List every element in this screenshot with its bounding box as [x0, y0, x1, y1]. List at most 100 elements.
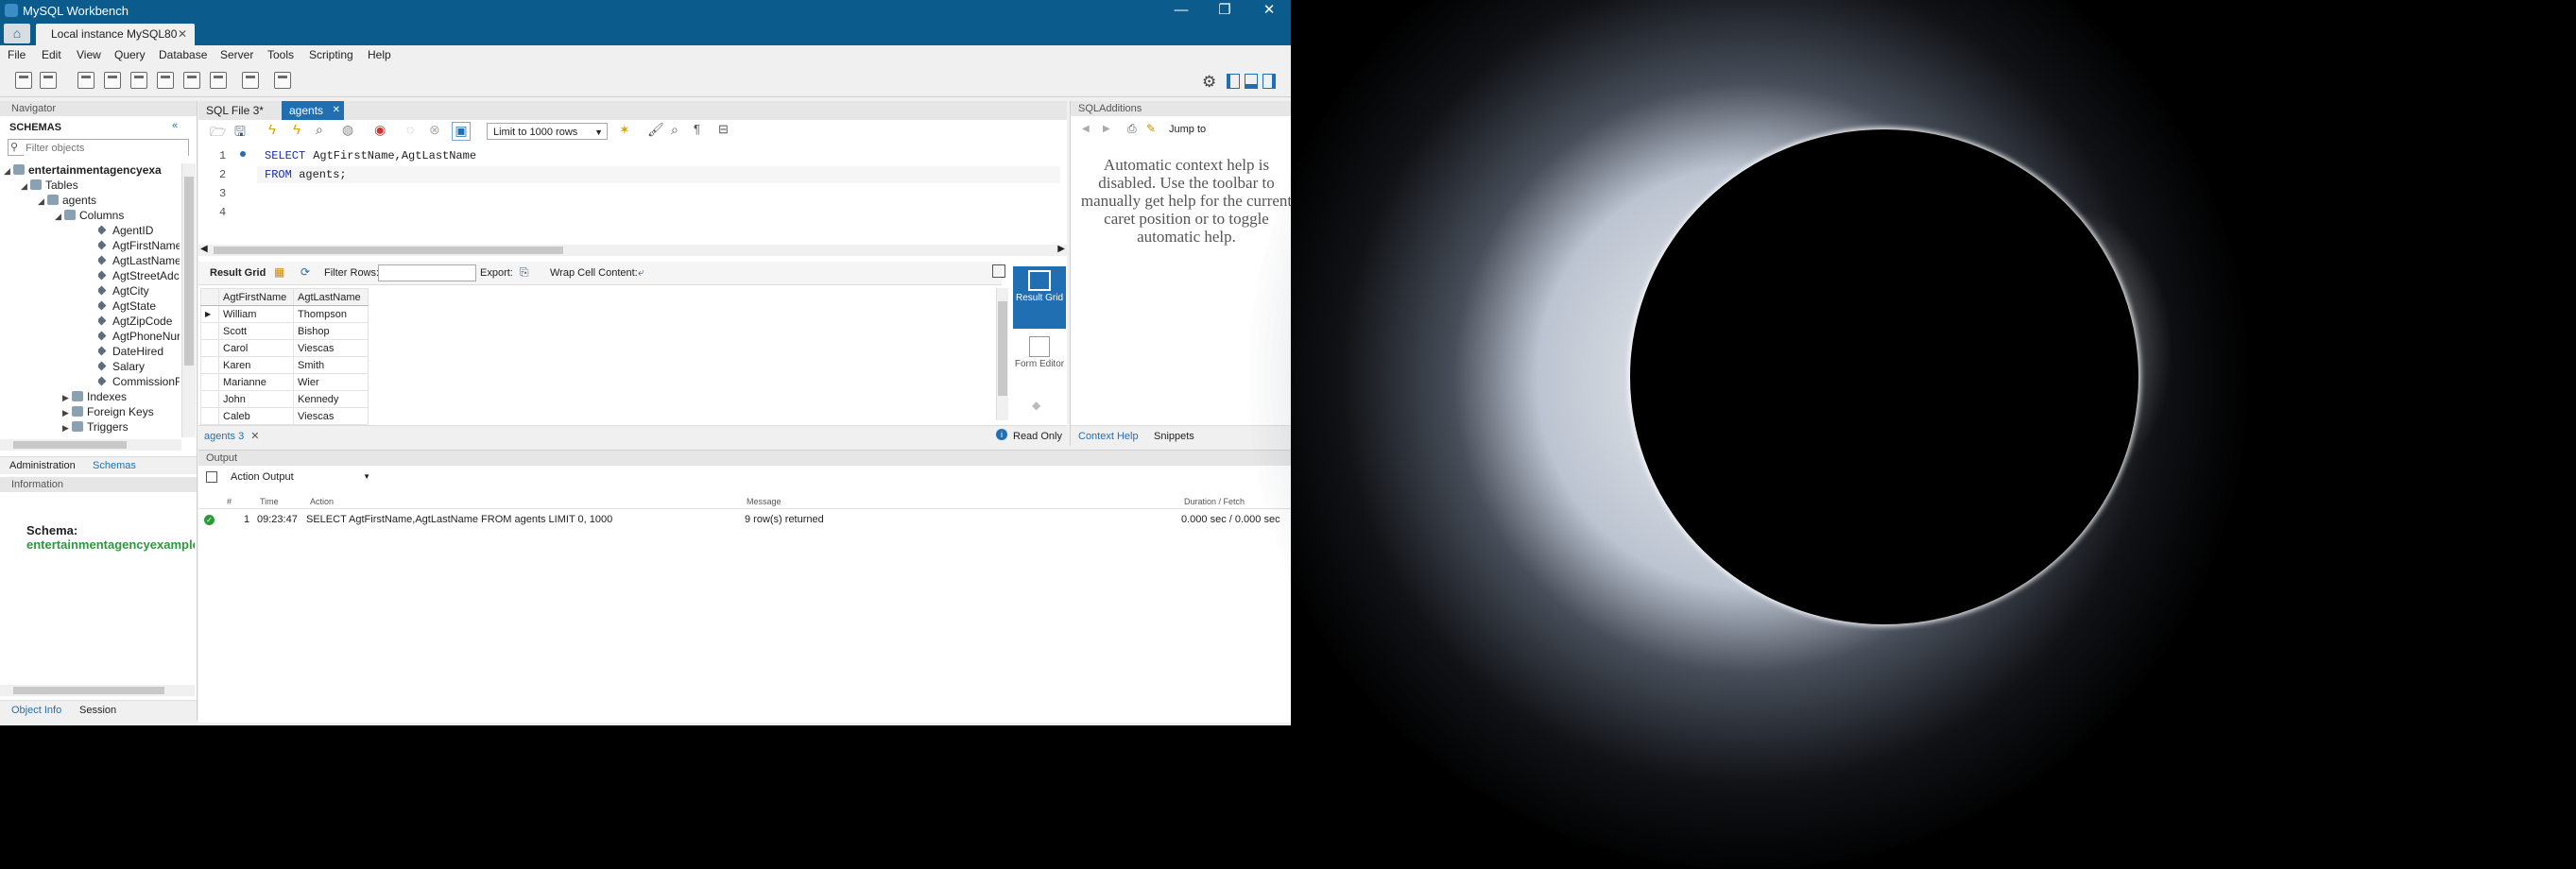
tab-session[interactable]: Session [79, 705, 116, 716]
gear-icon[interactable]: ⚙ [1202, 73, 1216, 92]
chevron-up-icon[interactable]: ◆ [1032, 399, 1040, 412]
menu-edit[interactable]: Edit [42, 48, 61, 61]
table-row[interactable]: Carol Viescas [200, 339, 369, 357]
code-line-1[interactable]: SELECT AgtFirstName,AgtLastName [257, 147, 1060, 164]
table-row[interactable]: John Kennedy [200, 390, 369, 408]
row-selector[interactable] [200, 390, 219, 408]
toggle-panel-icon[interactable] [992, 264, 1005, 278]
grid-cell[interactable]: Smith [293, 356, 369, 374]
grid-cell[interactable]: Kennedy [293, 390, 369, 408]
chevron-right-icon[interactable]: ▶ [1057, 244, 1065, 254]
scroll-thumb[interactable] [13, 687, 164, 694]
row-selector[interactable] [200, 356, 219, 374]
grid-cell[interactable]: Scott [218, 322, 294, 340]
table-row[interactable]: ▶ William Thompson [200, 305, 369, 323]
column-item[interactable]: Salary [98, 360, 180, 373]
result-grid-view-button[interactable]: Result Grid [1013, 266, 1066, 329]
new-sql-tab-icon[interactable] [15, 72, 32, 89]
tab-object-info[interactable]: Object Info [11, 705, 61, 716]
close-button[interactable]: ✕ [1247, 0, 1291, 21]
explain-icon[interactable]: ⌕ [316, 122, 335, 141]
column-item[interactable]: AgtFirstName [98, 239, 180, 252]
close-icon[interactable]: ✕ [250, 431, 259, 442]
editor-hscrollbar[interactable]: ◀ ▶ [198, 244, 1067, 256]
scroll-thumb[interactable] [13, 441, 127, 449]
column-item[interactable]: AgtState [98, 299, 180, 313]
tree-triggers[interactable]: ▶ Triggers [62, 420, 129, 434]
chevron-right-icon[interactable]: ▶ [62, 423, 72, 434]
tree-tables[interactable]: ◢ Tables [21, 179, 78, 192]
menu-database[interactable]: Database [159, 48, 207, 61]
tab-schemas[interactable]: Schemas [93, 460, 136, 471]
column-item[interactable]: AgentID [98, 224, 180, 237]
connection-tab[interactable]: Local instance MySQL80 ✕ [36, 24, 195, 45]
minimize-button[interactable]: — [1159, 0, 1203, 21]
toggle-error-icon[interactable]: ◉ [374, 122, 393, 141]
tab-context-help[interactable]: Context Help [1078, 431, 1139, 442]
find-icon[interactable]: 🖌 [647, 122, 666, 141]
manual-help-icon[interactable]: ⎙ [1127, 122, 1137, 136]
create-table-icon[interactable] [130, 72, 147, 89]
invisible-chars-icon[interactable]: ¶ [694, 122, 713, 141]
column-item[interactable]: DateHired [98, 345, 180, 358]
table-row[interactable]: Karen Smith [200, 356, 369, 374]
scroll-thumb[interactable] [214, 247, 563, 254]
tree-indexes[interactable]: ▶ Indexes [62, 390, 127, 403]
scroll-thumb[interactable] [184, 177, 194, 366]
row-selector[interactable] [200, 407, 219, 425]
jump-to-select[interactable]: Jump to [1169, 124, 1206, 135]
output-type-select[interactable]: Action Output ▼ [225, 469, 372, 485]
toggle-sidebar-icon[interactable] [1227, 74, 1240, 89]
grid-cell[interactable]: Marianne [218, 373, 294, 391]
menu-help[interactable]: Help [368, 48, 391, 61]
create-view-icon[interactable] [157, 72, 174, 89]
tab-snippets[interactable]: Snippets [1154, 431, 1194, 442]
chevron-right-icon[interactable]: ▶ [62, 393, 72, 403]
grid-cell[interactable]: Carol [218, 339, 294, 357]
tree-foreign-keys[interactable]: ▶ Foreign Keys [62, 405, 154, 418]
tab-administration[interactable]: Administration [9, 460, 76, 471]
stop-icon[interactable]: ◍ [342, 122, 361, 141]
table-row[interactable]: Marianne Wier [200, 373, 369, 391]
create-schema-icon[interactable] [104, 72, 121, 89]
execute-current-icon[interactable]: ϟ [293, 122, 312, 141]
column-header[interactable]: AgtLastName [293, 288, 369, 306]
toggle-secondary-sidebar-icon[interactable] [1262, 74, 1276, 89]
table-row[interactable]: Scott Bishop [200, 322, 369, 340]
save-icon[interactable]: 🖫 [234, 122, 253, 141]
menu-scripting[interactable]: Scripting [309, 48, 353, 61]
chevron-left-icon[interactable]: ◀ [1082, 124, 1090, 134]
open-sql-script-icon[interactable] [40, 72, 57, 89]
result-tab[interactable]: agents 3 ✕ [204, 430, 259, 442]
grid-icon[interactable]: ▦ [274, 265, 284, 279]
menu-view[interactable]: View [77, 48, 101, 61]
chevron-down-icon[interactable]: ◢ [38, 196, 47, 207]
menu-file[interactable]: File [8, 48, 26, 61]
grid-cell[interactable]: Caleb [218, 407, 294, 425]
grid-cell[interactable]: Karen [218, 356, 294, 374]
commit-icon[interactable]: ◌ [406, 122, 425, 141]
beautify-icon[interactable]: ✶ [619, 122, 638, 141]
chevron-down-icon[interactable]: ◢ [55, 212, 64, 222]
column-item[interactable]: AgtPhoneNur [98, 330, 180, 343]
row-selector[interactable] [200, 322, 219, 340]
menu-server[interactable]: Server [220, 48, 253, 61]
wrap-icon[interactable]: ⤶ [638, 265, 644, 280]
home-button[interactable]: ⌂ [4, 24, 30, 43]
chevron-right-icon[interactable]: ▶ [1103, 124, 1110, 134]
limit-rows-select[interactable]: Limit to 1000 rows ▼ [487, 123, 608, 140]
grid-cell[interactable]: John [218, 390, 294, 408]
tree-columns[interactable]: ◢ Columns [55, 209, 124, 222]
form-editor-view-button[interactable]: Form Editor [1013, 332, 1066, 395]
collapse-icon[interactable]: « [172, 120, 178, 131]
grid-cell[interactable]: Thompson [293, 305, 369, 323]
table-row[interactable]: ✓ 1 09:23:47 SELECT AgtFirstName,AgtLast… [198, 514, 1291, 529]
grid-cell[interactable]: Viescas [293, 407, 369, 425]
column-item[interactable]: AgtCity [98, 284, 180, 298]
copy-icon[interactable] [206, 471, 217, 483]
rollback-icon[interactable]: ⊗ [429, 122, 448, 141]
search-icon[interactable]: ⌕ [671, 122, 690, 141]
query-tab-sql-file[interactable]: SQL File 3* [198, 101, 271, 120]
open-inspector-icon[interactable] [77, 72, 94, 89]
row-selector[interactable] [200, 373, 219, 391]
